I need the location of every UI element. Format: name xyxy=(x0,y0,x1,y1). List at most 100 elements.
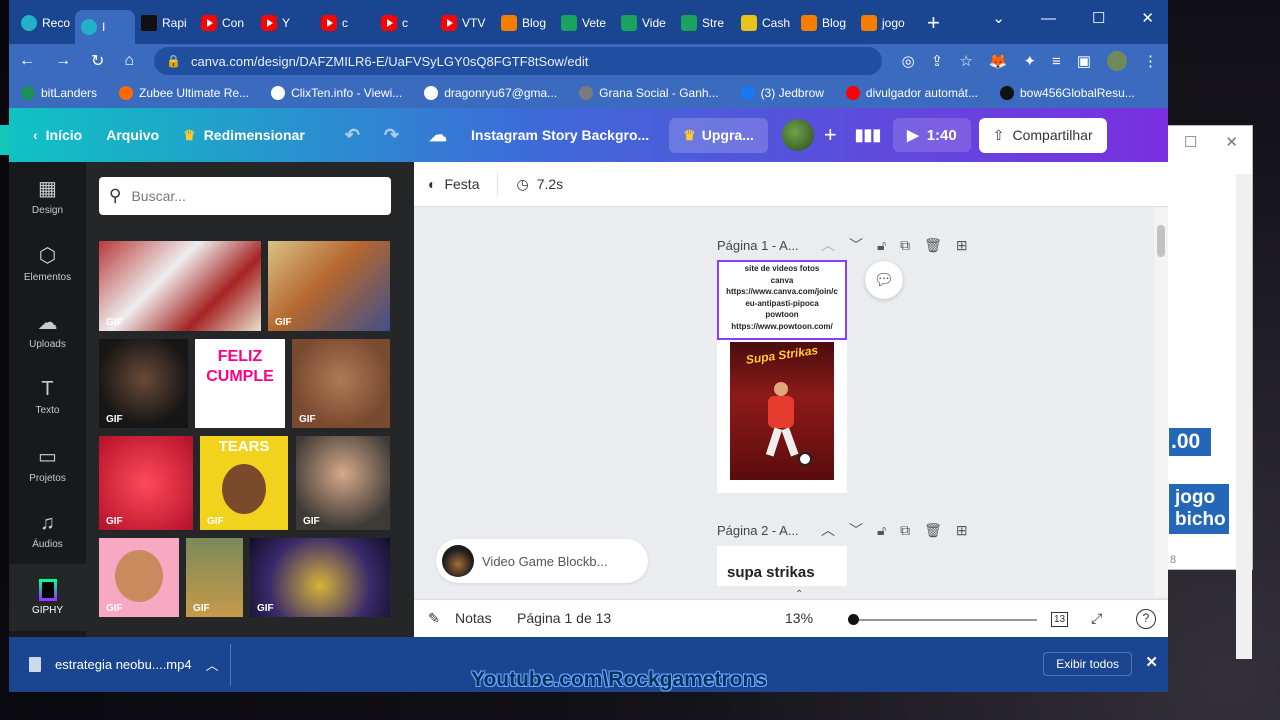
close-icon[interactable]: ✕ xyxy=(1225,133,1238,151)
back-arrow-icon[interactable]: ← xyxy=(19,52,35,70)
unlock-icon[interactable]: 🔓︎ xyxy=(877,522,886,539)
gif-thumbnail[interactable]: GIF xyxy=(250,538,390,617)
insights-chart-icon[interactable]: ▮▮▮ xyxy=(855,125,881,145)
bookmark-item[interactable]: bow456GlobalResu... xyxy=(1000,86,1135,100)
duplicate-page-icon[interactable]: ⧉ xyxy=(900,237,910,254)
url-field[interactable]: 🔒 canva.com/design/DAFZMILR6-E/UaFVSyLGY… xyxy=(154,47,882,75)
document-title[interactable]: Instagram Story Backgro... xyxy=(471,127,649,143)
rail-item-text[interactable]: T Texto xyxy=(9,363,86,430)
page-1-canvas[interactable]: site de videos fotos canva https://www.can… xyxy=(717,260,847,493)
tab-search-chevron-icon[interactable]: ⌄ xyxy=(992,9,1005,27)
notes-button[interactable]: Notas xyxy=(455,610,492,626)
gif-thumbnail[interactable]: GIF xyxy=(99,436,193,530)
gif-thumbnail[interactable]: FELIZ CUMPLE GIF xyxy=(195,339,285,428)
cloud-saved-icon[interactable]: ☁ xyxy=(429,125,447,146)
rail-item-giphy[interactable]: GIPHY xyxy=(9,564,86,631)
bookmark-item[interactable]: (3) Jedbrow xyxy=(740,86,824,100)
browser-menu-icon[interactable]: ⋮ xyxy=(1143,52,1158,70)
bookmark-item[interactable]: ClixTen.info - Viewi... xyxy=(271,86,402,100)
maximize-icon[interactable]: ☐ xyxy=(1092,9,1105,27)
fullscreen-icon[interactable]: ⤢ xyxy=(1091,610,1102,627)
file-menu-button[interactable]: Arquivo xyxy=(106,127,159,143)
notes-icon[interactable]: ✎ xyxy=(428,610,440,627)
browser-tab[interactable]: Blog xyxy=(795,8,855,38)
extensions-puzzle-icon[interactable]: ✦ xyxy=(1023,52,1036,70)
metamask-extension-icon[interactable]: 🦊 xyxy=(989,52,1008,70)
chevron-up-icon[interactable]: ︿ xyxy=(206,655,219,674)
close-icon[interactable]: ✕ xyxy=(1145,653,1158,671)
selected-text-box[interactable]: site de videos fotos canva https://www.can… xyxy=(717,260,847,340)
background-window-scrollbar[interactable] xyxy=(1236,174,1252,659)
gif-thumbnail[interactable]: GIF xyxy=(268,241,390,331)
duration-button[interactable]: ◷ 7.2s xyxy=(516,176,563,193)
zoom-percent[interactable]: 13% xyxy=(785,610,813,626)
bookmark-item[interactable]: Grana Social - Ganh... xyxy=(579,86,719,100)
add-comment-button[interactable]: 💬︎ xyxy=(865,261,903,299)
browser-tab[interactable]: Vete xyxy=(555,8,615,38)
page-1-title[interactable]: Página 1 - A... xyxy=(717,238,807,253)
bookmark-item[interactable]: divulgador automát... xyxy=(845,86,978,100)
unlock-icon[interactable]: 🔓︎ xyxy=(877,237,886,254)
browser-tab[interactable]: Vide xyxy=(615,8,675,38)
profile-avatar[interactable] xyxy=(1107,51,1127,71)
audio-track-pill[interactable]: Video Game Blockb... xyxy=(436,539,648,583)
rail-item-elements[interactable]: ⬡ Elementos xyxy=(9,229,86,296)
zoom-slider-knob[interactable] xyxy=(848,614,859,625)
browser-tab[interactable]: VTV xyxy=(435,8,495,38)
forward-arrow-icon[interactable]: → xyxy=(55,52,71,70)
reload-icon[interactable]: ↻ xyxy=(91,51,104,71)
media-controls-icon[interactable]: ≡ xyxy=(1052,53,1061,70)
eye-off-icon[interactable]: ◎ xyxy=(902,52,915,70)
browser-tab[interactable]: Con xyxy=(195,8,255,38)
add-page-icon[interactable]: ⊞ xyxy=(956,237,968,254)
gif-thumbnail[interactable]: GIF xyxy=(292,339,390,428)
rail-item-folder[interactable]: ▭ Projetos xyxy=(9,430,86,497)
duplicate-page-icon[interactable]: ⧉ xyxy=(900,522,910,539)
scroll-thumb[interactable] xyxy=(1157,225,1165,257)
browser-tab[interactable]: Rapi xyxy=(135,8,195,38)
present-play-button[interactable]: ▶ 1:40 xyxy=(893,118,971,152)
page-2-title[interactable]: Página 2 - A... xyxy=(717,523,807,538)
share-button[interactable]: ⇧ Compartilhar xyxy=(978,117,1107,153)
rail-item-upload[interactable]: ☁ Uploads xyxy=(9,296,86,363)
gif-search-input[interactable]: ⚲ Buscar... xyxy=(99,177,391,215)
lock-icon[interactable]: 🔒 xyxy=(166,54,181,68)
gif-thumbnail[interactable]: GIF xyxy=(99,241,261,331)
share-page-icon[interactable]: ⇪ xyxy=(931,52,944,70)
new-tab-button[interactable]: + xyxy=(927,8,940,38)
trash-icon[interactable]: 🗑︎ xyxy=(924,522,942,539)
close-icon[interactable]: ✕ xyxy=(1141,9,1154,27)
gif-thumbnail[interactable]: GIF xyxy=(296,436,390,530)
browser-tab[interactable]: I xyxy=(75,10,135,44)
browser-tab[interactable]: c xyxy=(315,8,375,38)
bookmark-item[interactable]: dragonryu67@gma... xyxy=(424,86,557,100)
editor-vertical-scrollbar[interactable] xyxy=(1154,207,1168,597)
minimize-icon[interactable]: — xyxy=(1041,10,1056,27)
gif-thumbnail[interactable]: GIF xyxy=(186,538,243,617)
gif-thumbnail[interactable]: GIF xyxy=(99,538,179,617)
redo-icon[interactable]: ↷ xyxy=(384,125,399,146)
undo-icon[interactable]: ↶ xyxy=(345,125,360,146)
chevron-up-icon[interactable]: ︿ xyxy=(821,520,835,540)
chevron-down-icon[interactable]: ﹀ xyxy=(849,235,863,255)
maximize-icon[interactable]: ☐ xyxy=(1184,133,1197,151)
chevron-down-icon[interactable]: ﹀ xyxy=(849,520,863,540)
upgrade-button[interactable]: ♛ Upgra... xyxy=(669,117,768,153)
rail-item-design[interactable]: ▦ Design xyxy=(9,162,86,229)
browser-tab[interactable]: Y xyxy=(255,8,315,38)
chevron-up-icon[interactable]: ︿ xyxy=(821,235,835,255)
browser-tab[interactable]: Cash xyxy=(735,8,795,38)
show-all-downloads-button[interactable]: Exibir todos xyxy=(1043,652,1132,676)
gif-thumbnail[interactable]: TEARS GIF xyxy=(200,436,288,530)
trash-icon[interactable]: 🗑︎ xyxy=(924,237,942,254)
browser-tab[interactable]: Reco xyxy=(15,8,75,38)
resize-button[interactable]: ♛ Redimensionar xyxy=(183,127,305,144)
side-panel-icon[interactable]: ▣ xyxy=(1077,52,1091,70)
grid-view-button[interactable]: 13 xyxy=(1051,612,1069,627)
page-counter[interactable]: Página 1 de 13 xyxy=(517,610,611,626)
browser-tab[interactable]: c xyxy=(375,8,435,38)
bookmark-item[interactable]: Zubee Ultimate Re... xyxy=(119,86,249,100)
animation-button[interactable]: ◐ Festa xyxy=(428,176,479,192)
browser-tab[interactable]: jogo xyxy=(855,8,915,38)
download-item[interactable]: estrategia neobu....mp4 ︿ xyxy=(9,643,231,686)
